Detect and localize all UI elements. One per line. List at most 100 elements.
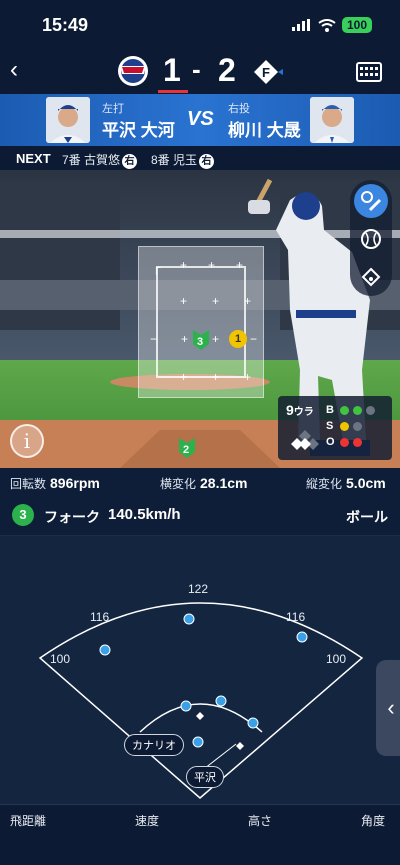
tab-distance[interactable]: 飛距離 bbox=[10, 812, 46, 829]
distance-center: 122 bbox=[188, 582, 209, 596]
distance-left-center: 116 bbox=[90, 610, 110, 624]
distance-right-center: 116 bbox=[286, 610, 306, 624]
inning-number: 9 bbox=[286, 402, 294, 418]
pitcher-avatar bbox=[310, 97, 354, 143]
inning-half: ウラ bbox=[293, 407, 314, 418]
horizontal-break: 横変化 28.1cm bbox=[160, 475, 248, 492]
fighters-logo-letter: F bbox=[262, 65, 270, 80]
pitch-marker-2[interactable]: 2 bbox=[179, 438, 195, 458]
fielder-tag[interactable]: カナリオ bbox=[124, 734, 184, 756]
spin-rate-value: 896rpm bbox=[50, 475, 100, 491]
scoreboard-icon[interactable] bbox=[356, 62, 382, 82]
pitch-number-badge: 3 bbox=[12, 504, 34, 526]
home-score: 1 bbox=[163, 52, 181, 88]
tab-angle[interactable]: 角度 bbox=[361, 812, 385, 829]
batted-ball-dot[interactable] bbox=[247, 717, 259, 729]
wifi-icon bbox=[318, 18, 336, 32]
diamond-icon bbox=[361, 267, 381, 287]
zone-grid-mark: − bbox=[250, 332, 258, 346]
side-drawer-toggle[interactable]: ‹ bbox=[376, 660, 400, 756]
strike-zone bbox=[156, 266, 246, 378]
pitch-marker-3[interactable]: 3 bbox=[193, 330, 209, 350]
next-batter-2-hand: 右 bbox=[199, 154, 215, 169]
lions-logo-icon bbox=[118, 56, 148, 86]
signal-icon bbox=[291, 19, 310, 31]
bases-icon bbox=[291, 430, 319, 450]
vertical-break: 縦変化 5.0cm bbox=[306, 475, 386, 492]
batted-ball-dot[interactable] bbox=[99, 644, 111, 656]
pitch-marker-1[interactable]: 1 bbox=[229, 330, 247, 348]
field-view-button[interactable] bbox=[354, 260, 388, 294]
pitcher-name[interactable]: 柳川 大晟 bbox=[228, 116, 301, 141]
distance-right: 100 bbox=[326, 652, 347, 666]
strike-dot bbox=[340, 422, 349, 431]
batted-ball-dots bbox=[99, 613, 308, 748]
tab-height[interactable]: 高さ bbox=[248, 812, 272, 829]
next-batter-2-text: 8番 児玉 bbox=[151, 153, 198, 167]
pitch-result: ボール bbox=[346, 509, 388, 525]
pitch-view-button[interactable] bbox=[354, 184, 388, 218]
next-batter-1-hand: 右 bbox=[122, 154, 138, 169]
zone-grid-mark: + bbox=[212, 370, 220, 384]
home-score-indicator bbox=[158, 90, 188, 93]
ball-label: B bbox=[326, 404, 334, 416]
baseball-icon bbox=[361, 229, 381, 249]
chart-metric-tabs: 飛距離 速度 高さ 角度 bbox=[0, 804, 400, 865]
versus-label: VS bbox=[187, 108, 214, 130]
batted-ball-dot[interactable] bbox=[296, 631, 308, 643]
strike-dot bbox=[353, 422, 362, 431]
zone-grid-mark: + bbox=[212, 294, 220, 308]
fighters-logo-icon: F bbox=[254, 60, 283, 84]
batter-avatar bbox=[46, 97, 90, 143]
zone-grid-mark: + bbox=[236, 258, 244, 272]
spray-chart: 122 116 116 100 100 カナリオ 平沢 ‹ bbox=[0, 536, 400, 804]
ball-dot bbox=[366, 406, 375, 415]
count-panel: 9ウラ B S O bbox=[278, 396, 392, 460]
back-button[interactable]: ‹ bbox=[10, 58, 18, 82]
pitcher-handedness: 右投 bbox=[228, 103, 250, 115]
next-batters-row: NEXT 7番 古賀悠右 8番 児玉右 bbox=[0, 146, 400, 170]
status-icons: 100 bbox=[291, 17, 372, 33]
next-batter-1-text: 7番 古賀悠 bbox=[62, 153, 121, 167]
info-button[interactable]: i bbox=[10, 424, 44, 458]
batter-handedness: 左打 bbox=[102, 103, 124, 115]
pitch-type: フォーク bbox=[44, 509, 100, 525]
horizontal-break-label: 横変化 bbox=[160, 477, 197, 491]
next-batter-1: 7番 古賀悠右 bbox=[62, 151, 138, 169]
batted-ball-dot[interactable] bbox=[183, 613, 195, 625]
view-mode-toolbar bbox=[350, 180, 392, 296]
field-diagram bbox=[38, 602, 364, 799]
score-header: ‹ 1 - 2 F bbox=[0, 48, 400, 94]
horizontal-break-value: 28.1cm bbox=[200, 475, 248, 491]
batted-ball-dot[interactable] bbox=[192, 736, 204, 748]
spin-rate-label: 回転数 bbox=[10, 477, 47, 491]
score-separator: - bbox=[192, 54, 201, 84]
batter-name[interactable]: 平沢 大河 bbox=[102, 116, 175, 141]
next-batter-2: 8番 児玉右 bbox=[151, 151, 215, 169]
pitch-stats: 回転数 896rpm 横変化 28.1cm 縦変化 5.0cm bbox=[0, 468, 400, 496]
pitch-marker-3-label: 3 bbox=[197, 336, 203, 348]
zone-grid-mark: + bbox=[212, 332, 220, 346]
zone-grid-mark: ┌ bbox=[152, 260, 161, 274]
batted-ball-dot[interactable] bbox=[215, 695, 227, 707]
distance-left: 100 bbox=[50, 652, 71, 666]
zone-grid-mark: + bbox=[180, 294, 188, 308]
ball-dot bbox=[340, 406, 349, 415]
vertical-break-value: 5.0cm bbox=[346, 475, 386, 491]
batted-ball-dot[interactable] bbox=[180, 700, 192, 712]
pitch-view: ┌ + + + + + + − + + − + + + 3 1 2 i 9ウラ … bbox=[0, 170, 400, 468]
away-score: 2 bbox=[218, 52, 236, 88]
batter-tag[interactable]: 平沢 bbox=[186, 766, 224, 788]
pitch-detail-row[interactable]: 3 フォーク 140.5km/h ボール bbox=[0, 496, 400, 536]
zone-grid-mark: + bbox=[180, 370, 188, 384]
matchup-bar: 左打 平沢 大河 VS 右投 柳川 大晟 bbox=[0, 94, 400, 146]
next-label: NEXT bbox=[16, 151, 51, 166]
ball-view-button[interactable] bbox=[354, 222, 388, 256]
zone-grid-mark: + bbox=[244, 370, 252, 384]
strike-label: S bbox=[326, 420, 334, 432]
tab-speed[interactable]: 速度 bbox=[135, 812, 159, 829]
pitch-marker-2-label: 2 bbox=[183, 444, 189, 456]
zone-grid-mark: + bbox=[180, 258, 188, 272]
status-bar: 15:49 100 bbox=[0, 0, 400, 48]
zone-grid-mark: + bbox=[181, 332, 189, 346]
